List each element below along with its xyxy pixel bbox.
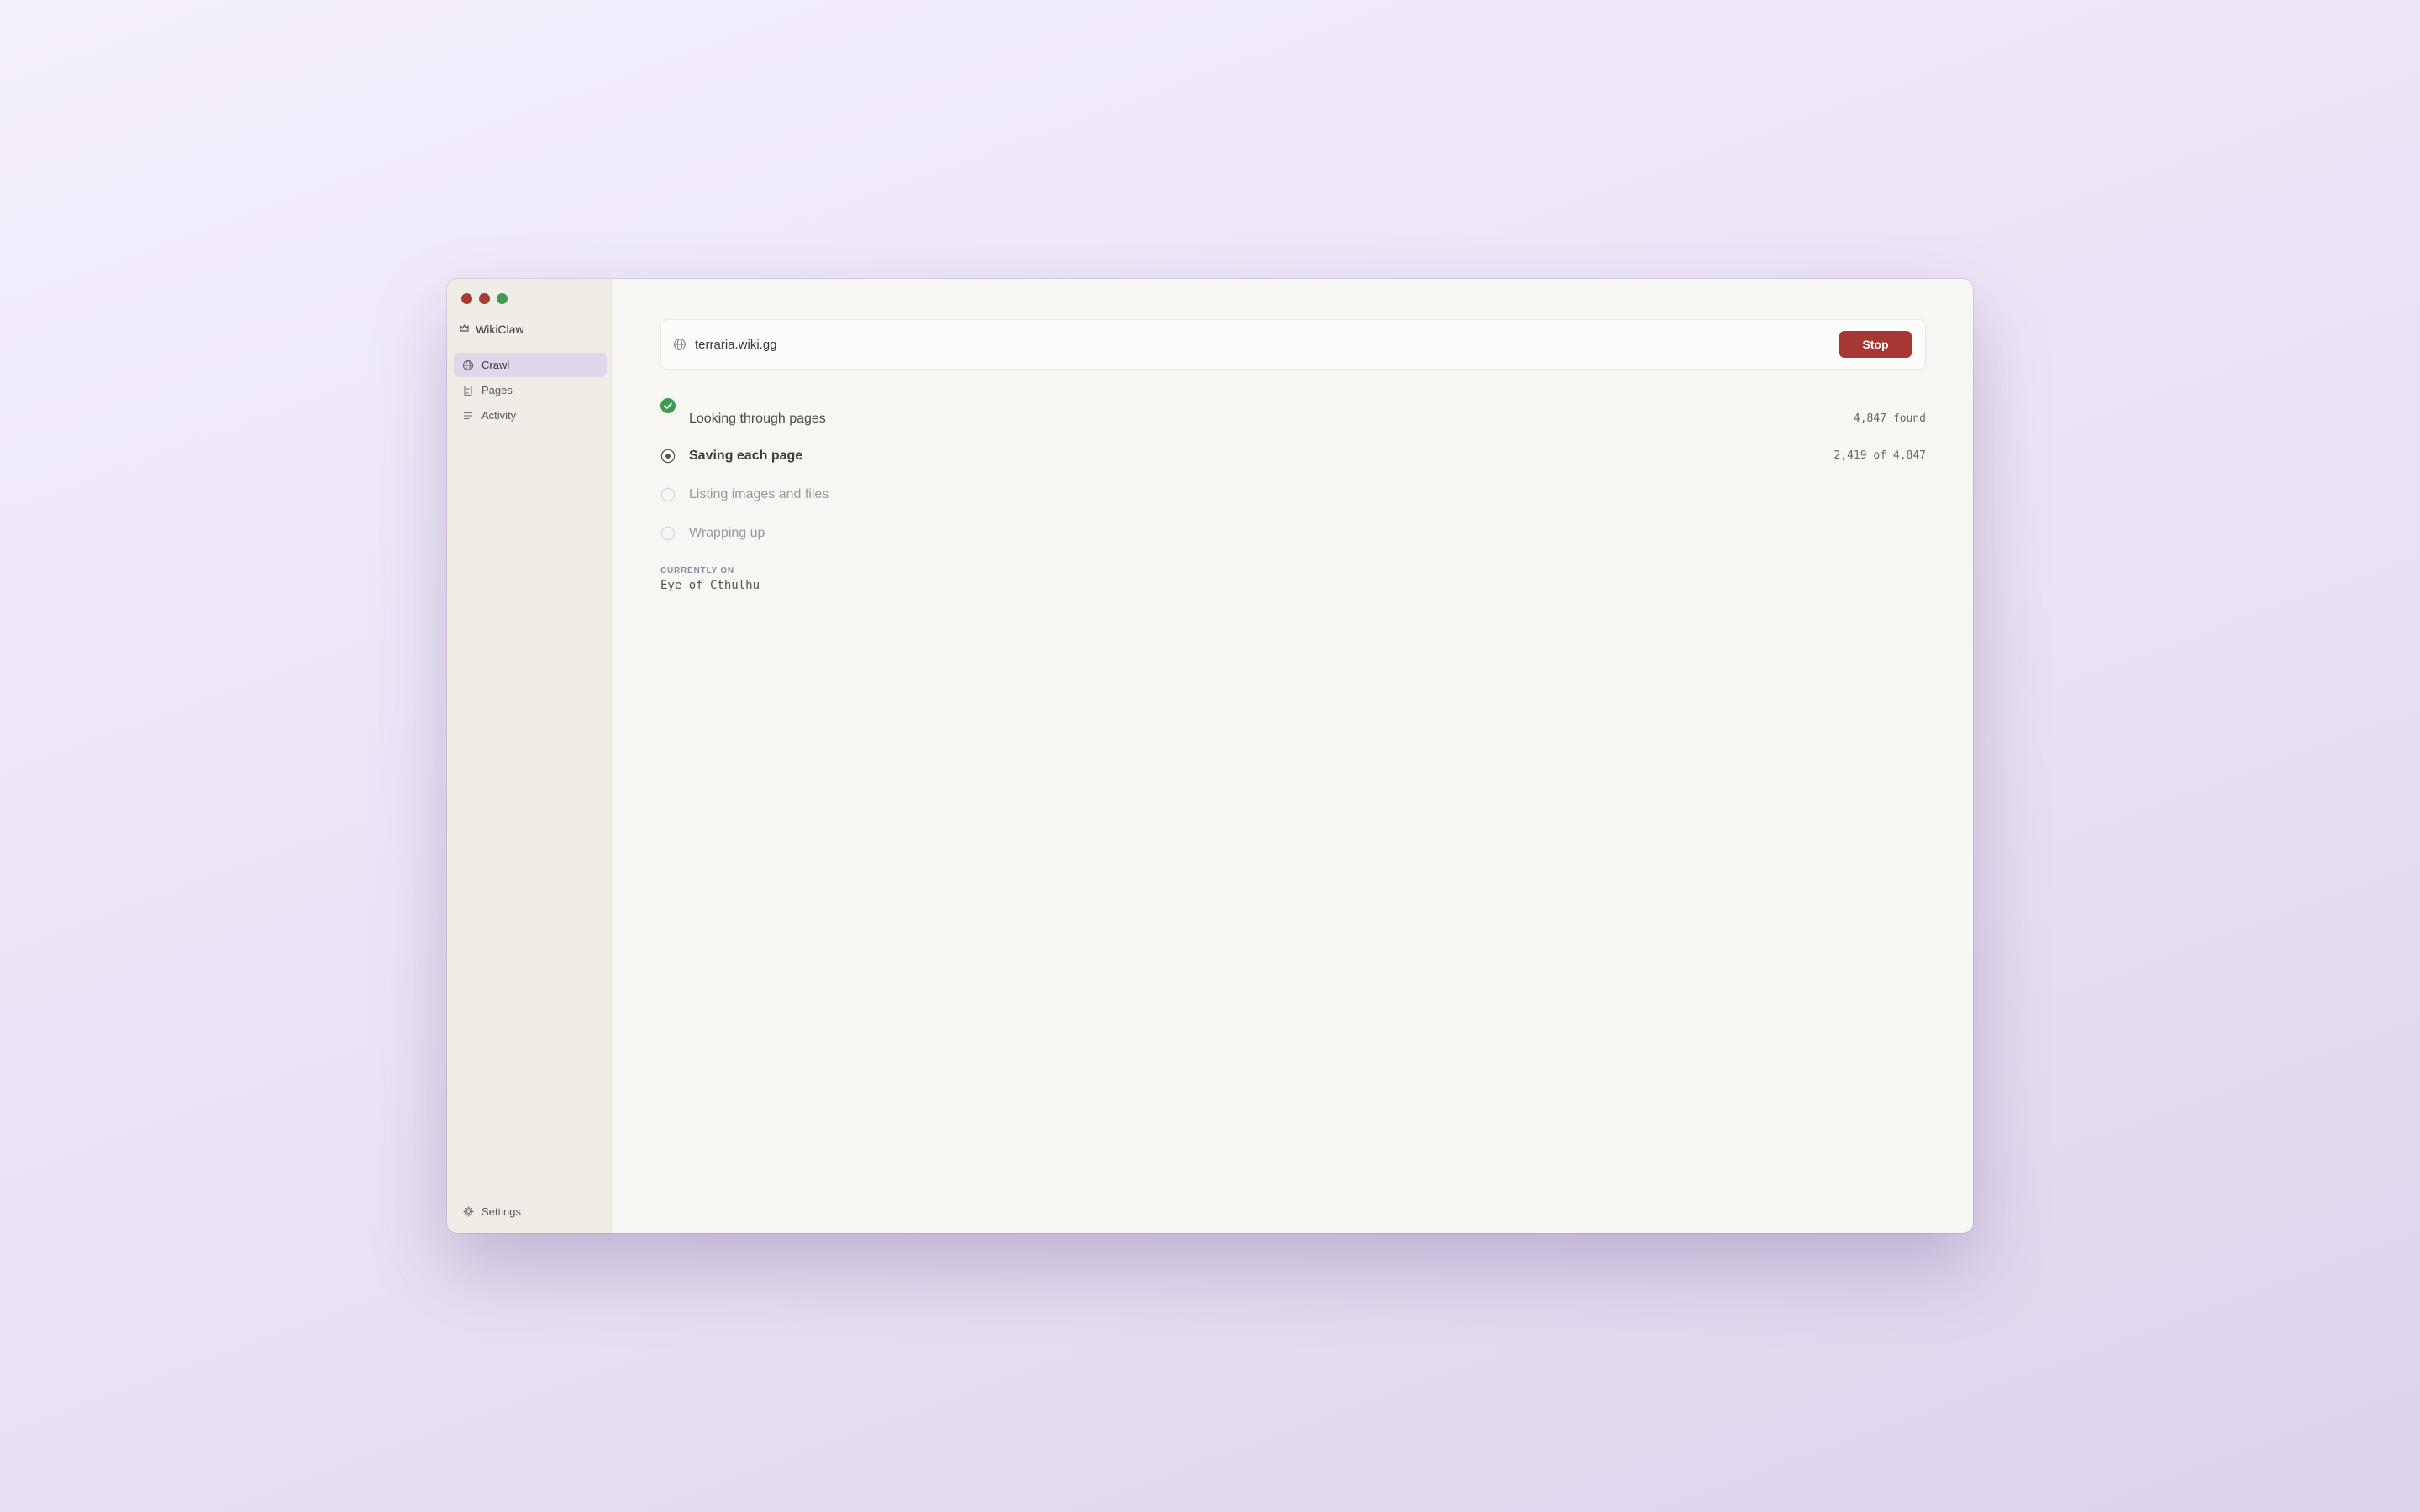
crawl-steps: Looking through pages 4,847 found Saving… <box>660 398 1926 553</box>
crown-icon <box>460 323 469 335</box>
url-field[interactable]: terraria.wiki.gg <box>695 338 1839 352</box>
app-brand: WikiClaw <box>460 323 524 336</box>
window-controls <box>461 293 508 304</box>
current-page-info: CURRENTLY ON Eye of Cthulhu <box>660 566 760 592</box>
step-count: 2,419 of 4,847 <box>1833 449 1926 462</box>
step-looking-through-pages: Looking through pages 4,847 found <box>660 398 1926 437</box>
settings-button[interactable]: Settings <box>462 1205 521 1218</box>
step-label: Wrapping up <box>689 526 765 540</box>
gear-icon <box>462 1206 474 1218</box>
zoom-window-button[interactable] <box>497 293 508 304</box>
step-saving-each-page: Saving each page 2,419 of 4,847 <box>660 437 1926 475</box>
current-page-name: Eye of Cthulhu <box>660 579 760 592</box>
pending-circle-icon <box>660 526 676 541</box>
sidebar-item-label: Activity <box>481 409 517 422</box>
document-icon <box>462 385 474 396</box>
step-label: Saving each page <box>689 449 803 463</box>
step-listing-images-and-files: Listing images and files <box>660 475 1926 514</box>
current-caption: CURRENTLY ON <box>660 566 734 575</box>
minimize-window-button[interactable] <box>479 293 490 304</box>
sidebar-item-activity[interactable]: Activity <box>454 403 607 428</box>
close-window-button[interactable] <box>461 293 472 304</box>
sidebar-item-pages[interactable]: Pages <box>454 378 607 402</box>
stop-button[interactable]: Stop <box>1839 331 1912 358</box>
sidebar-item-crawl[interactable]: Crawl <box>454 353 607 377</box>
step-label: Looking through pages <box>689 412 826 426</box>
in-progress-radio-icon <box>660 449 676 464</box>
pending-circle-icon <box>660 487 676 502</box>
settings-label: Settings <box>481 1205 521 1218</box>
list-icon <box>462 410 474 422</box>
app-name: WikiClaw <box>476 323 524 336</box>
sidebar-nav: Crawl Pages Activity <box>454 353 607 428</box>
url-bar: terraria.wiki.gg Stop <box>660 319 1926 370</box>
step-count: 4,847 found <box>1853 412 1926 425</box>
sidebar-item-label: Crawl <box>481 359 510 371</box>
app-window: WikiClaw Crawl Pages Activity Settings t… <box>447 279 1973 1233</box>
check-circle-icon <box>660 398 676 413</box>
crawl-view: terraria.wiki.gg Stop Looking through pa… <box>613 279 1973 1233</box>
step-wrapping-up: Wrapping up <box>660 514 1926 553</box>
globe-icon <box>462 360 474 371</box>
sidebar-item-label: Pages <box>481 384 513 396</box>
step-label: Listing images and files <box>689 487 829 501</box>
sidebar: WikiClaw Crawl Pages Activity Settings <box>447 279 613 1233</box>
globe-icon <box>673 338 687 351</box>
